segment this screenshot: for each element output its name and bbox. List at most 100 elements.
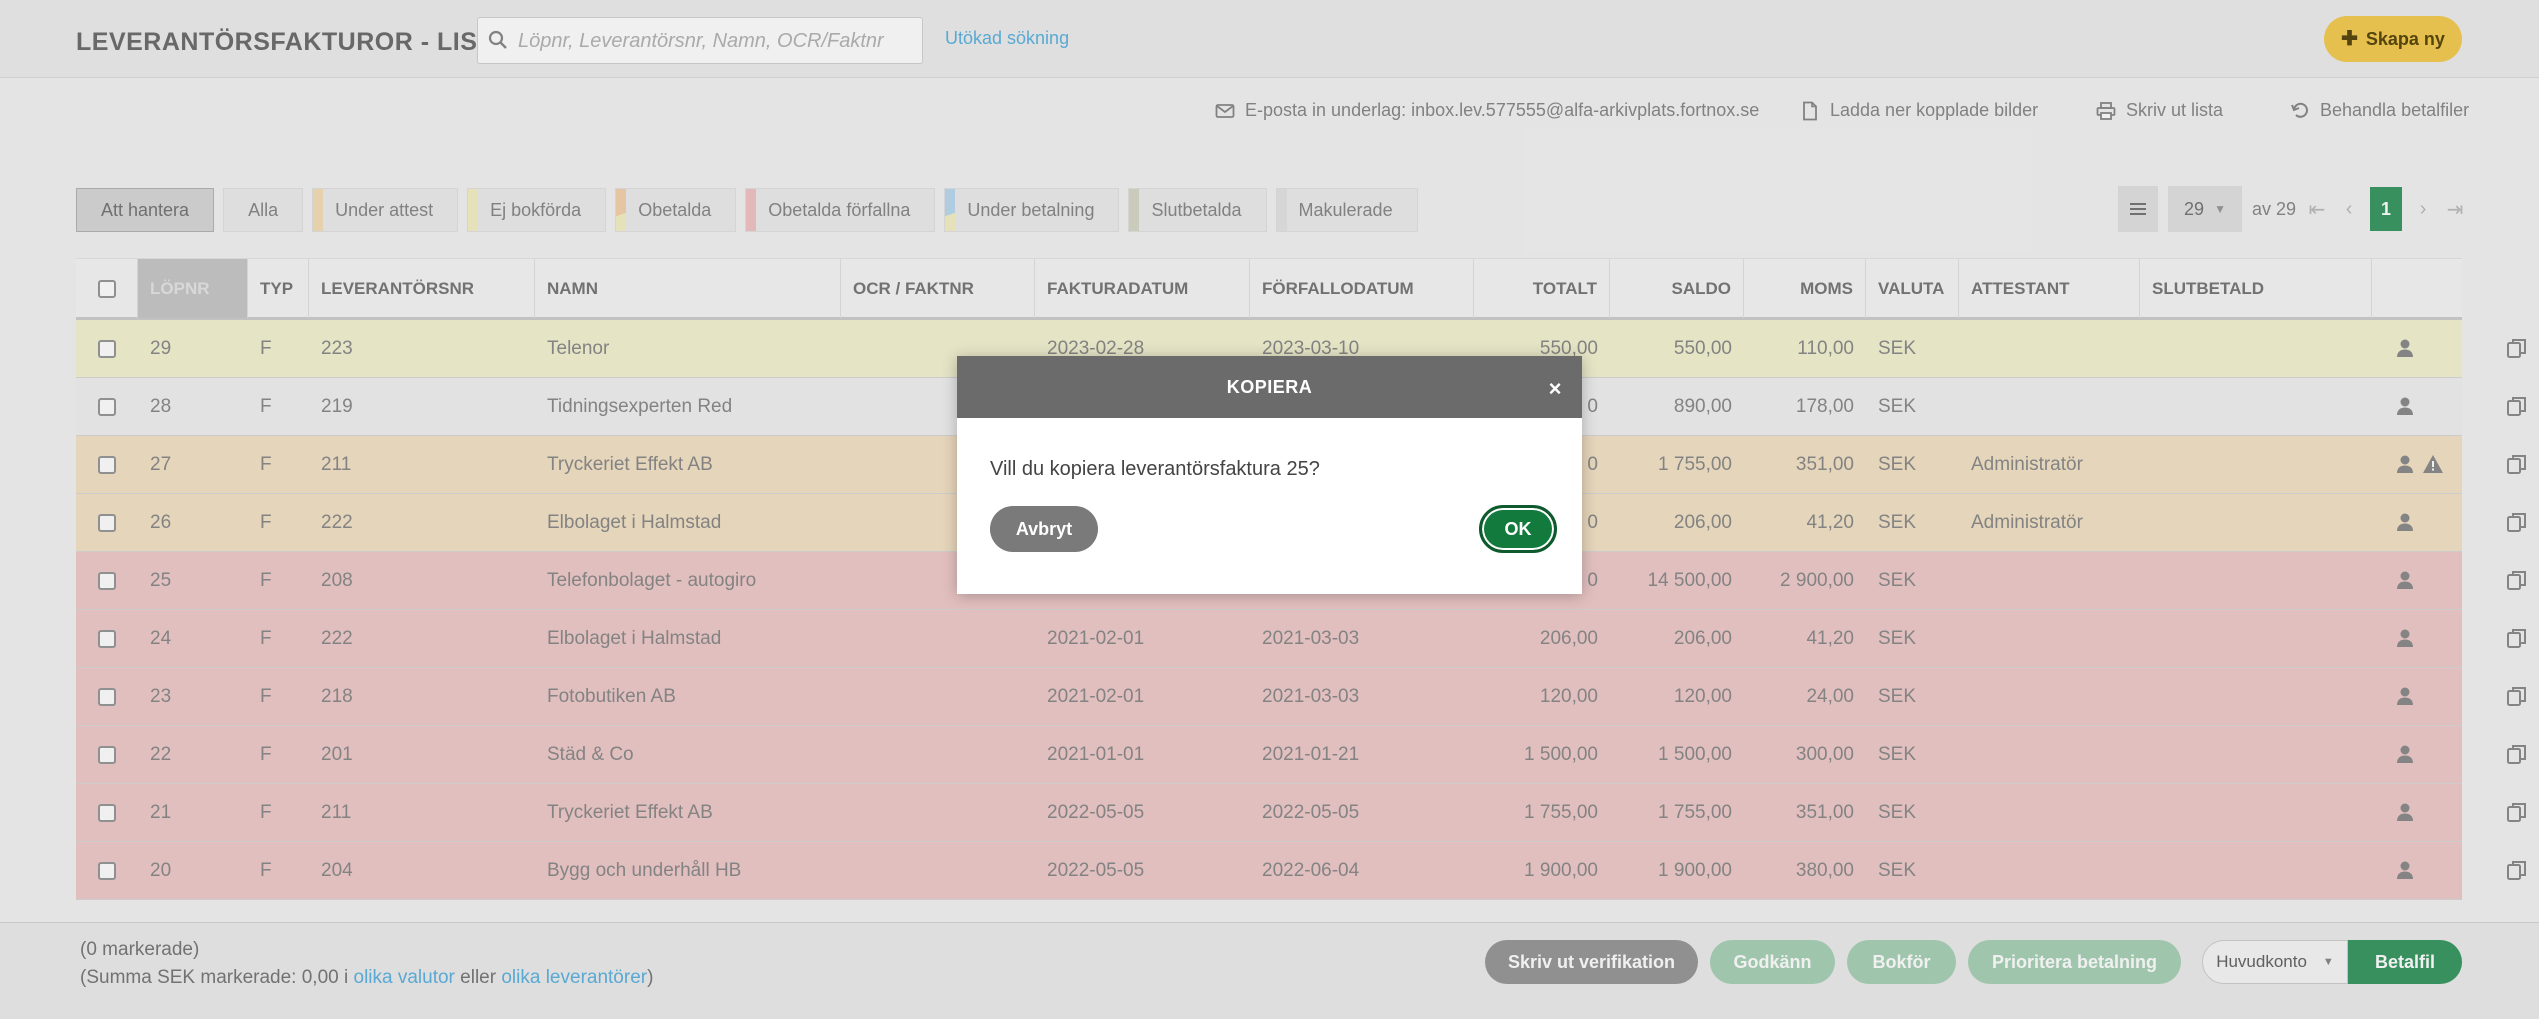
col-namn[interactable]: NAMN xyxy=(535,259,841,318)
row-checkbox[interactable] xyxy=(98,630,116,648)
row-checkbox[interactable] xyxy=(98,804,116,822)
select-all-cell xyxy=(76,259,138,318)
row-checkbox[interactable] xyxy=(98,862,116,880)
print-verification-button[interactable]: Skriv ut verifikation xyxy=(1485,940,1698,984)
copy-icon[interactable] xyxy=(2506,743,2528,765)
user-icon[interactable] xyxy=(2394,511,2416,533)
user-icon[interactable] xyxy=(2394,569,2416,591)
email-link[interactable]: E-posta in underlag: inbox.lev.577555@al… xyxy=(1215,100,1759,121)
filter-att-hantera[interactable]: Att hantera xyxy=(76,188,215,232)
prev-page-button[interactable]: ‹ xyxy=(2338,186,2360,232)
search-box[interactable] xyxy=(477,17,923,64)
per-page-select[interactable]: 29 ▼ xyxy=(2168,186,2242,232)
row-checkbox[interactable] xyxy=(98,456,116,474)
table-row[interactable]: 21 F 211 Tryckeriet Effekt AB 2022-05-05 2022… xyxy=(76,784,2526,842)
chevron-down-icon: ▼ xyxy=(2214,202,2226,216)
cancel-button[interactable]: Avbryt xyxy=(990,506,1098,552)
row-checkbox[interactable] xyxy=(98,340,116,358)
ok-button[interactable]: OK xyxy=(1479,505,1557,553)
col-attestant[interactable]: ATTESTANT xyxy=(1959,259,2140,318)
different-currencies-link[interactable]: olika valutor xyxy=(354,967,455,988)
first-page-icon: ⇤ xyxy=(2308,198,2326,221)
user-icon[interactable] xyxy=(2394,627,2416,649)
user-icon[interactable] xyxy=(2394,859,2416,881)
copy-icon[interactable] xyxy=(2506,337,2528,359)
search-input[interactable] xyxy=(518,26,908,56)
user-icon[interactable] xyxy=(2394,453,2416,475)
filter-alla[interactable]: Alla xyxy=(223,188,304,232)
download-images-link[interactable]: Ladda ner kopplade bilder xyxy=(1800,100,2038,121)
current-page[interactable]: 1 xyxy=(2370,187,2403,231)
warning-icon[interactable] xyxy=(2422,453,2444,475)
table-row[interactable]: 24 F 222 Elbolaget i Halmstad 2021-02-01 2021… xyxy=(76,610,2526,668)
row-checkbox[interactable] xyxy=(98,746,116,764)
copy-icon[interactable] xyxy=(2506,511,2528,533)
copy-icon[interactable] xyxy=(2506,395,2528,417)
last-page-button[interactable]: ⇥ xyxy=(2444,186,2466,232)
select-all-checkbox[interactable] xyxy=(97,279,116,298)
cell-valuta: SEK xyxy=(1878,802,1917,823)
col-actions xyxy=(2372,259,2462,318)
col-fakturadatum[interactable]: FAKTURADATUM xyxy=(1035,259,1250,318)
list-view-button[interactable] xyxy=(2118,186,2158,232)
payment-file-button[interactable]: Betalfil xyxy=(2348,940,2462,984)
user-icon[interactable] xyxy=(2394,801,2416,823)
create-new-button[interactable]: ✚ Skapa ny xyxy=(2324,16,2462,62)
filter-ej-bokforda[interactable]: Ej bokförda xyxy=(467,188,607,232)
prioritize-payment-button[interactable]: Prioritera betalning xyxy=(1968,940,2181,984)
cell-attestant: Administratör xyxy=(1971,454,2083,475)
col-ocr[interactable]: OCR / FAKTNR xyxy=(841,259,1035,318)
filter-label: Ej bokförda xyxy=(490,199,582,220)
user-icon[interactable] xyxy=(2394,395,2416,417)
row-checkbox[interactable] xyxy=(98,514,116,532)
filter-obetalda[interactable]: Obetalda xyxy=(615,188,737,232)
filter-label: Obetalda xyxy=(638,199,712,220)
filter-slutbetalda[interactable]: Slutbetalda xyxy=(1128,188,1267,232)
table-row[interactable]: 23 F 218 Fotobutiken AB 2021-02-01 2021-03-03… xyxy=(76,668,2526,726)
copy-icon[interactable] xyxy=(2506,859,2528,881)
first-page-button[interactable]: ⇤ xyxy=(2306,186,2328,232)
copy-icon[interactable] xyxy=(2506,627,2528,649)
row-checkbox[interactable] xyxy=(98,398,116,416)
filter-under-attest[interactable]: Under attest xyxy=(312,188,459,232)
copy-icon[interactable] xyxy=(2506,685,2528,707)
book-button[interactable]: Bokför xyxy=(1847,940,1956,984)
print-list-link[interactable]: Skriv ut lista xyxy=(2096,100,2223,121)
different-suppliers-link[interactable]: olika leverantörer xyxy=(501,967,647,988)
col-totalt[interactable]: TOTALT xyxy=(1474,259,1610,318)
handle-payment-files-link[interactable]: Behandla betalfiler xyxy=(2290,100,2469,121)
approve-button[interactable]: Godkänn xyxy=(1710,940,1835,984)
filter-makulerade[interactable]: Makulerade xyxy=(1275,188,1418,232)
cell-namn: Telenor xyxy=(547,338,610,359)
account-select[interactable]: Huvudkonto ▼ xyxy=(2202,940,2348,984)
col-slutbetald[interactable]: SLUTBETALD xyxy=(2140,259,2372,318)
col-levnr[interactable]: LEVERANTÖRSNR xyxy=(309,259,535,318)
user-icon[interactable] xyxy=(2394,743,2416,765)
row-checkbox[interactable] xyxy=(98,572,116,590)
cell-levnr: 218 xyxy=(321,686,353,707)
cell-valuta: SEK xyxy=(1878,512,1917,533)
table-row[interactable]: 20 F 204 Bygg och underhåll HB 2022-05-05 202… xyxy=(76,842,2526,900)
cell-saldo: 120,00 xyxy=(1673,686,1732,707)
user-icon[interactable] xyxy=(2394,685,2416,707)
row-checkbox[interactable] xyxy=(98,688,116,706)
copy-icon[interactable] xyxy=(2506,453,2528,475)
cell-saldo: 206,00 xyxy=(1673,628,1732,649)
close-icon[interactable]: × xyxy=(1549,376,1562,402)
copy-icon[interactable] xyxy=(2506,569,2528,591)
cell-attestant xyxy=(1959,784,2140,842)
next-page-button[interactable]: › xyxy=(2412,186,2434,232)
col-forfallodatum[interactable]: FÖRFALLODATUM xyxy=(1250,259,1474,318)
col-moms[interactable]: MOMS xyxy=(1744,259,1866,318)
col-saldo[interactable]: SALDO xyxy=(1610,259,1744,318)
copy-icon[interactable] xyxy=(2506,801,2528,823)
col-typ[interactable]: TYP xyxy=(248,259,309,318)
cell-fordatum: 2022-05-05 xyxy=(1262,802,1360,823)
extended-search-link[interactable]: Utökad sökning xyxy=(945,28,1069,49)
col-valuta[interactable]: VALUTA xyxy=(1866,259,1959,318)
table-row[interactable]: 22 F 201 Städ & Co 2021-01-01 2021-01-21 1 500… xyxy=(76,726,2526,784)
filter-obetalda-forfallna[interactable]: Obetalda förfallna xyxy=(745,188,936,232)
filter-under-betalning[interactable]: Under betalning xyxy=(944,188,1120,232)
col-lopnr[interactable]: LÖPNR xyxy=(138,259,248,318)
user-icon[interactable] xyxy=(2394,337,2416,359)
